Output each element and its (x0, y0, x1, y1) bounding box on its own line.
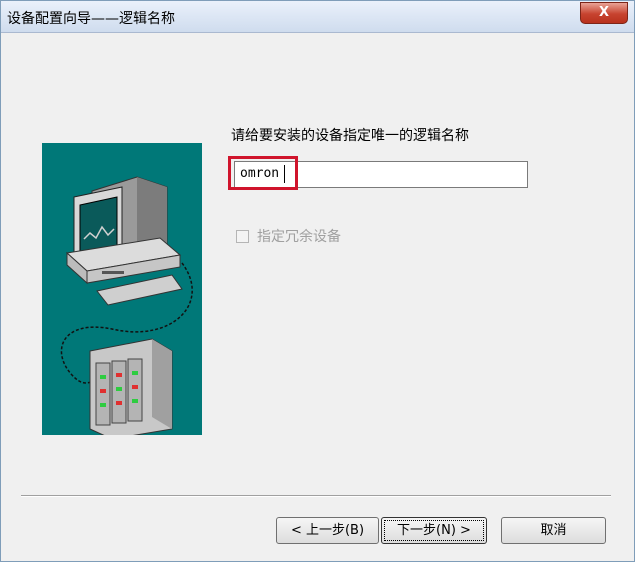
cancel-button[interactable]: 取消 (501, 517, 606, 544)
close-icon: X (598, 5, 610, 20)
back-button[interactable]: < 上一步(B) (276, 517, 379, 544)
close-button[interactable]: X (580, 2, 628, 24)
wizard-window: 设备配置向导——逻辑名称 X 请给要安装的设备指定唯一的逻辑名称 omron 指… (0, 0, 635, 562)
highlight-box (228, 156, 298, 190)
device-illustration (42, 143, 202, 440)
redundant-device-label: 指定冗余设备 (257, 229, 341, 245)
window-title: 设备配置向导——逻辑名称 (7, 11, 175, 27)
next-button[interactable]: 下一步(N) > (381, 517, 487, 544)
computer-connected-to-plc-icon (60, 176, 193, 440)
next-button-label: 下一步(N) > (384, 520, 484, 541)
redundant-device-checkbox (236, 229, 249, 243)
prompt-label: 请给要安装的设备指定唯一的逻辑名称 (231, 128, 469, 144)
footer-separator (21, 495, 611, 497)
redundant-device-option: 指定冗余设备 (236, 226, 341, 246)
title-bar[interactable]: 设备配置向导——逻辑名称 X (1, 1, 634, 33)
